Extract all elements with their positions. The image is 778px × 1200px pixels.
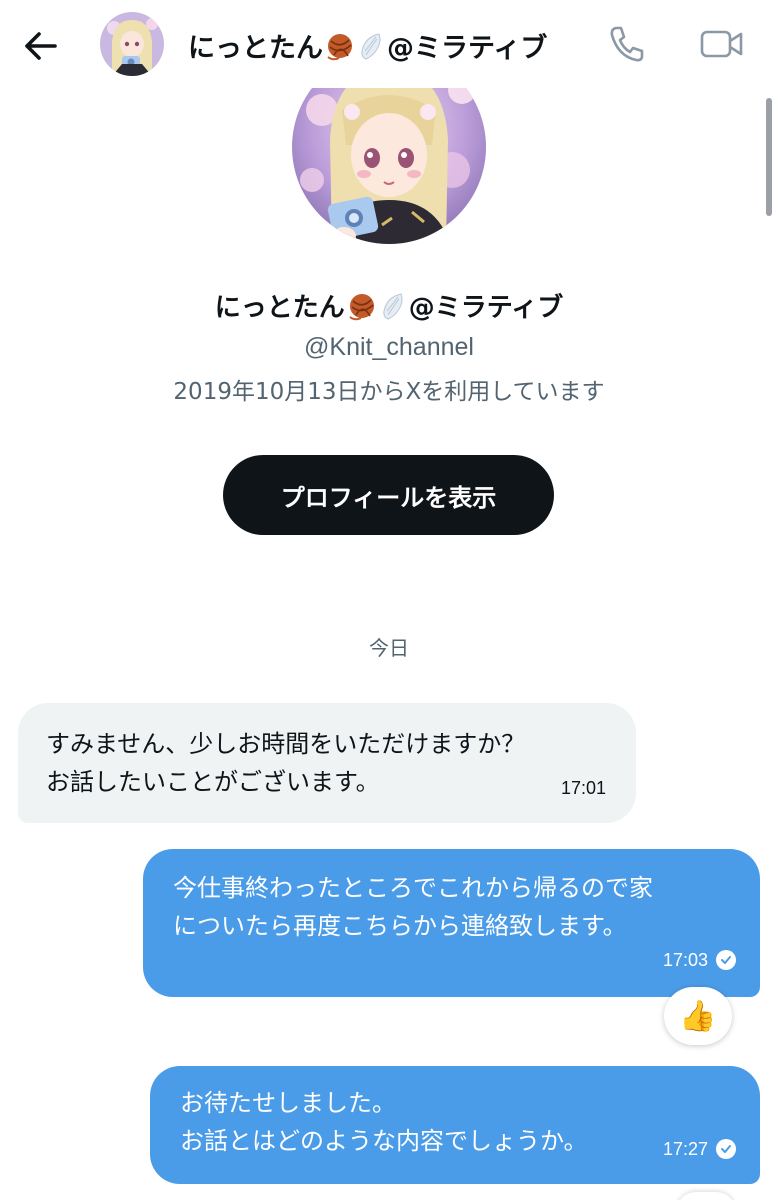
message-timestamp: 17:03 xyxy=(662,950,708,970)
profile-name: にっとたん @ミラティブ xyxy=(0,287,778,324)
message-meta: 17:03 xyxy=(663,941,736,979)
call-button[interactable] xyxy=(604,22,648,66)
view-profile-button[interactable]: プロフィールを表示 xyxy=(223,455,554,535)
message-text-line: 今仕事終わったところでこれから帰るので家 xyxy=(173,874,653,902)
arrow-left-icon xyxy=(25,32,57,60)
message-text-line: お待たせしました。 xyxy=(180,1089,396,1117)
message-meta: 17:27 xyxy=(663,1130,736,1168)
next-reaction-peek xyxy=(676,1192,736,1200)
message-text-line: お話とはどのような内容でしょうか。 xyxy=(180,1127,588,1155)
avatar-image xyxy=(100,12,164,76)
profile-name-suffix: @ミラティブ xyxy=(408,293,564,323)
message-timestamp: 17:01 xyxy=(560,778,606,798)
message-bubble-incoming[interactable]: すみません、少しお時間をいただけますか？ お話したいことがございます。 17:0… xyxy=(18,703,636,823)
yarn-ball-icon xyxy=(327,33,352,60)
header-avatar[interactable] xyxy=(100,12,164,76)
scrollbar[interactable] xyxy=(766,98,772,216)
video-call-button[interactable] xyxy=(696,22,748,66)
reaction-thumbs-up[interactable]: 👍 xyxy=(664,987,732,1045)
message-text-line: すみません、少しお時間をいただけますか？ xyxy=(46,730,526,758)
message-timestamp: 17:27 xyxy=(662,1139,708,1159)
read-check-icon xyxy=(716,950,736,970)
message-bubble-outgoing[interactable]: お待たせしました。 お話とはどのような内容でしょうか。 17:27 xyxy=(150,1066,760,1184)
phone-icon xyxy=(610,26,644,62)
message-text-line: お話したいことがございます。 xyxy=(46,768,380,796)
wing-icon xyxy=(361,32,381,60)
video-camera-icon xyxy=(700,30,743,58)
back-button[interactable] xyxy=(18,24,62,68)
wing-icon xyxy=(383,292,403,320)
header-title: にっとたん @ミラティブ xyxy=(188,26,547,65)
message-bubble-outgoing[interactable]: 今仕事終わったところでこれから帰るので家 についたら再度こちらから連絡致します。… xyxy=(143,849,760,997)
message-text-line: についたら再度こちらから連絡致します。 xyxy=(173,912,627,940)
header-name-text: にっとたん xyxy=(188,33,323,64)
profile-name-text: にっとたん xyxy=(214,293,345,323)
header-name-suffix: @ミラティブ xyxy=(387,33,548,64)
day-separator: 今日 xyxy=(369,636,409,660)
profile-handle: @Knit_channel xyxy=(304,333,474,361)
conversation-header: にっとたん @ミラティブ xyxy=(0,0,778,88)
read-check-icon xyxy=(716,1139,736,1159)
yarn-ball-icon xyxy=(349,293,374,320)
profile-joined-date: 2019年10月13日からXを利用しています xyxy=(173,379,605,405)
